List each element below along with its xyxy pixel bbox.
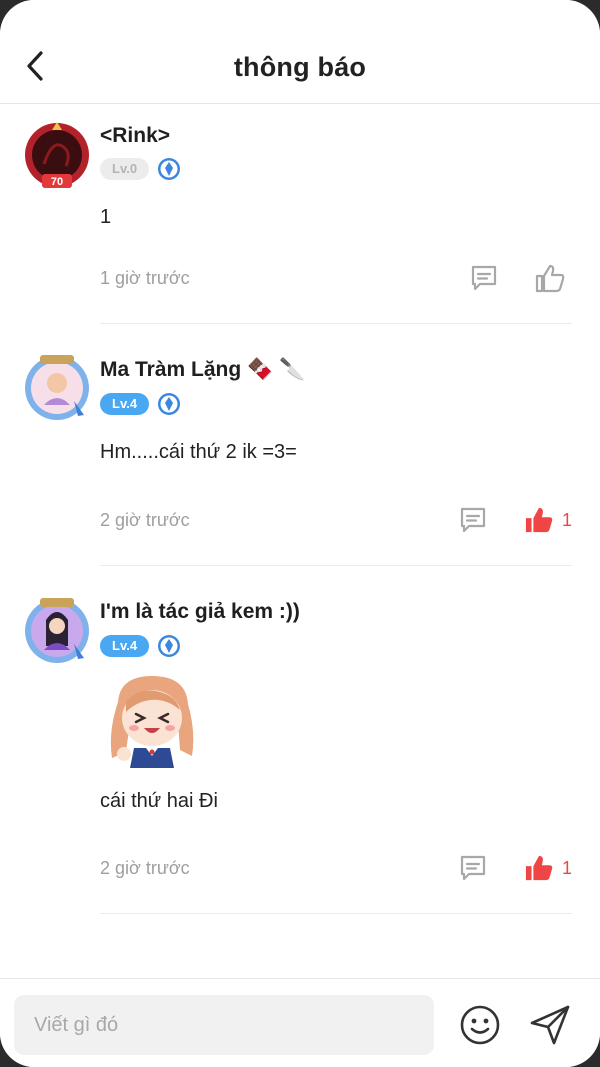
diamond-badge-icon — [158, 393, 181, 415]
badge-row: Lv.4 — [100, 634, 181, 658]
avatar[interactable] — [22, 596, 92, 666]
avatar-frame-icon: 70 — [25, 122, 89, 188]
anime-girl-sticker[interactable] — [100, 672, 204, 776]
comment-text: Hm.....cái thứ 2 ik =3= — [100, 441, 297, 463]
comment-icon — [460, 507, 486, 533]
timestamp: 2 giờ trước — [100, 858, 190, 878]
smiley-icon — [460, 1005, 500, 1045]
level-badge: Lv.4 — [100, 393, 150, 415]
thumbs-up-filled-icon — [525, 507, 553, 533]
diamond-badge-icon — [158, 635, 181, 657]
send-button[interactable] — [526, 1001, 574, 1049]
thumbs-up-filled-icon — [525, 855, 553, 881]
level-badge: Lv.4 — [100, 635, 150, 657]
thumbs-up-outline-icon — [535, 264, 565, 293]
reply-button[interactable] — [455, 502, 491, 538]
avatar-frame-icon — [25, 355, 89, 420]
username[interactable]: I'm là tác giả kem :)) — [100, 600, 300, 624]
svg-text:70: 70 — [51, 176, 63, 188]
username[interactable]: Ma Tràm Lặng 🍫 🔪 — [100, 358, 305, 382]
page-title: thông báo — [233, 52, 367, 82]
timestamp: 1 giờ trước — [100, 268, 190, 288]
comment-icon — [460, 855, 486, 881]
emoji-button[interactable] — [458, 1003, 502, 1047]
like-button[interactable] — [530, 260, 570, 296]
diamond-badge-icon — [158, 158, 181, 180]
level-badge: Lv.0 — [100, 158, 150, 180]
avatar-frame-icon — [25, 598, 89, 663]
reply-button[interactable] — [466, 260, 502, 296]
comment-composer — [0, 978, 600, 1067]
sticker-image — [110, 676, 194, 768]
reply-button[interactable] — [455, 850, 491, 886]
comment-text: 1 — [100, 206, 112, 228]
top-bar: thông báo — [0, 0, 600, 104]
divider — [100, 565, 572, 566]
comment-text: cái thứ hai Đi — [100, 790, 218, 812]
send-icon — [530, 1005, 570, 1045]
timestamp: 2 giờ trước — [100, 510, 190, 530]
screen: thông báo 70 <Rink> Lv.0 1 1 giờ trước M… — [0, 0, 600, 1067]
like-button[interactable] — [522, 503, 556, 537]
badge-row: Lv.0 — [100, 157, 181, 181]
divider — [100, 323, 572, 324]
like-count: 1 — [562, 510, 573, 530]
badge-row: Lv.4 — [100, 392, 181, 416]
like-button[interactable] — [522, 851, 556, 885]
username[interactable]: <Rink> — [100, 124, 170, 148]
avatar[interactable] — [22, 353, 92, 423]
divider — [100, 913, 572, 914]
comment-icon — [471, 265, 497, 291]
like-count: 1 — [562, 858, 573, 878]
comment-input[interactable] — [14, 995, 434, 1055]
avatar[interactable]: 70 — [22, 120, 92, 190]
